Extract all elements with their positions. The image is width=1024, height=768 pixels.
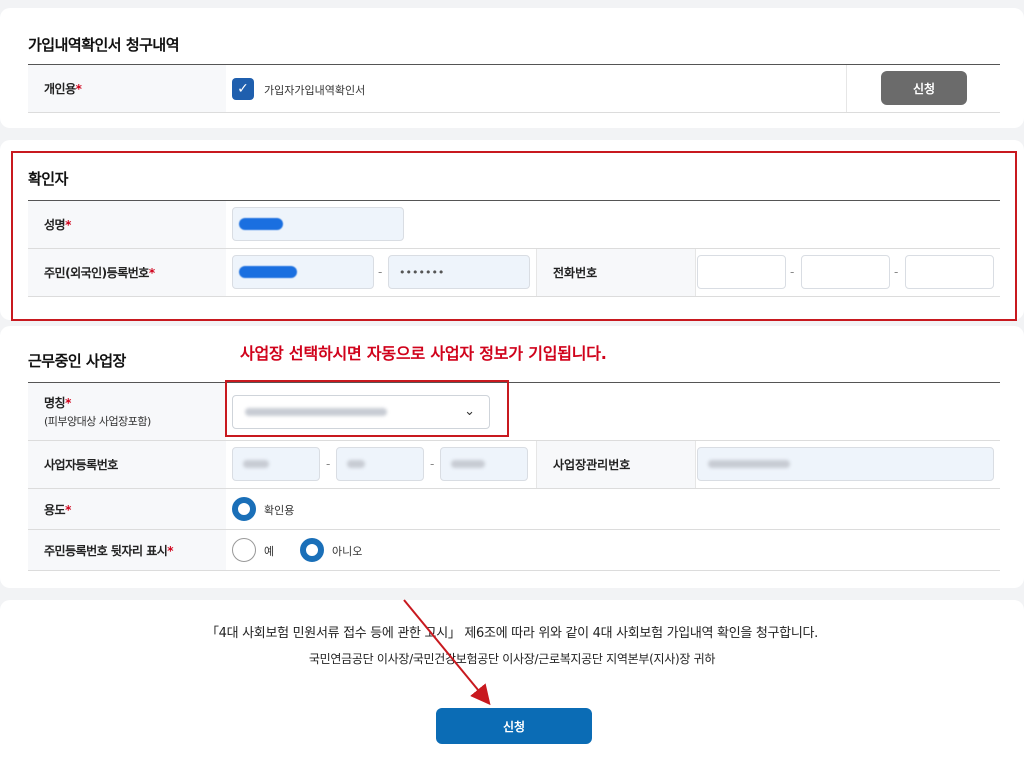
rrn-show-option-no: 아니오 xyxy=(332,545,363,558)
confirm-checkbox[interactable]: ✓ xyxy=(232,78,254,100)
row-label-personal: 개인용* xyxy=(28,65,226,112)
biz-reg-value-2 xyxy=(347,460,365,468)
rrn-show-radio-yes[interactable] xyxy=(232,538,256,562)
check-icon: ✓ xyxy=(237,81,249,97)
biz-reg-value-1 xyxy=(243,460,269,468)
purpose-row: 용도* 확인용 xyxy=(28,489,1000,530)
annotation-box-workplace xyxy=(225,380,509,437)
rrn-show-radio-no[interactable] xyxy=(300,538,324,562)
apply-button[interactable]: 신청 xyxy=(881,71,967,105)
rrn-show-row: 주민등록번호 뒷자리 표시* 예 아니오 xyxy=(28,530,1000,571)
rrn-show-option-yes: 예 xyxy=(264,545,275,558)
request-table: 개인용* ✓ 가입자가입내역확인서 신청 xyxy=(28,64,1000,113)
declaration-line-1: 「4대 사회보험 민원서류 접수 등에 관한 고시」 제6조에 따라 위와 같이… xyxy=(205,626,818,641)
declaration-line-2: 국민연금공단 이사장/국민건강보험공단 이사장/근로복지공단 지역본부(지사)장… xyxy=(308,652,716,666)
biz-reg-input-3 xyxy=(440,447,528,481)
declaration-card: 「4대 사회보험 민원서류 접수 등에 관한 고시」 제6조에 따라 위와 같이… xyxy=(0,600,1024,768)
workplace-name-row: 명칭* (피부양대상 사업장포함) ⌄ xyxy=(28,383,1000,441)
workplace-card: 근무중인 사업장 사업장 선택하시면 자동으로 사업자 정보가 기입됩니다. 명… xyxy=(0,326,1024,588)
submit-button[interactable]: 신청 xyxy=(436,708,592,744)
workplace-name-label: 명칭* (피부양대상 사업장포함) xyxy=(28,383,226,440)
workplace-section-title: 근무중인 사업장 xyxy=(28,352,126,370)
workplace-table: 명칭* (피부양대상 사업장포함) ⌄ 사업자등록번호 - - 사업장관리번호 xyxy=(28,382,1000,571)
biz-mgmt-input xyxy=(697,447,994,481)
request-section-title: 가입내역확인서 청구내역 xyxy=(28,36,180,54)
apply-cell: 신청 xyxy=(846,65,1000,112)
biz-reg-input-2 xyxy=(336,447,424,481)
biz-reg-dash-2: - xyxy=(430,457,435,471)
biz-reg-dash-1: - xyxy=(326,457,331,471)
autofill-notice: 사업장 선택하시면 자동으로 사업자 정보가 기입됩니다. xyxy=(240,344,607,363)
biz-mgmt-label: 사업장관리번호 xyxy=(536,441,696,488)
request-card: 가입내역확인서 청구내역 개인용* ✓ 가입자가입내역확인서 신청 xyxy=(0,8,1024,128)
rrn-show-label: 주민등록번호 뒷자리 표시* xyxy=(28,530,226,570)
biz-reg-input-1 xyxy=(232,447,320,481)
purpose-option-label: 확인용 xyxy=(264,504,295,517)
request-row: 개인용* ✓ 가입자가입내역확인서 신청 xyxy=(28,65,1000,113)
biz-reg-value-3 xyxy=(451,460,485,468)
checkbox-label: 가입자가입내역확인서 xyxy=(264,84,366,97)
purpose-radio-confirm[interactable] xyxy=(232,497,256,521)
annotation-box-confirmer xyxy=(11,151,1017,321)
biz-number-row: 사업자등록번호 - - 사업장관리번호 xyxy=(28,441,1000,489)
purpose-label: 용도* xyxy=(28,489,226,529)
biz-reg-label: 사업자등록번호 xyxy=(28,441,226,488)
biz-mgmt-value xyxy=(708,460,790,468)
